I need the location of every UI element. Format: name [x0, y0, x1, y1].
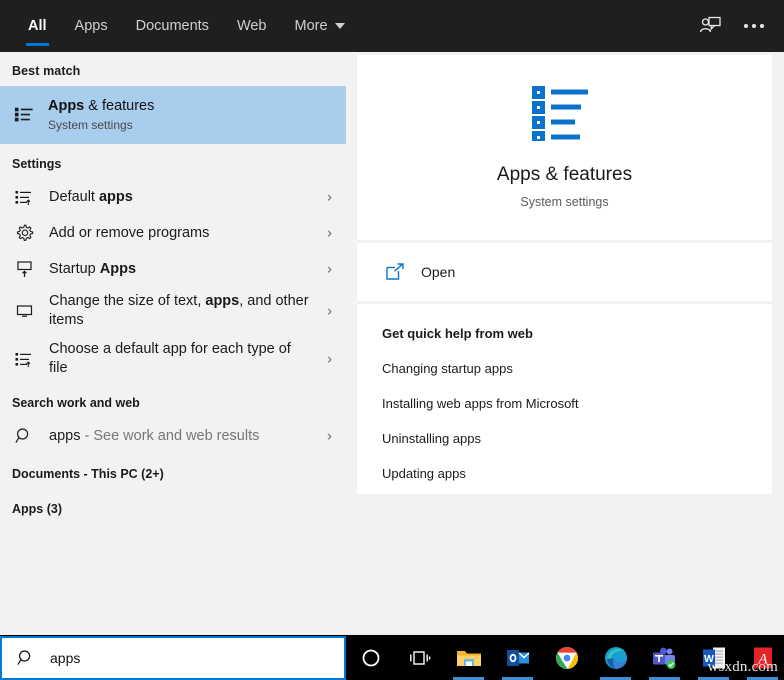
preview-title: Apps & features [357, 163, 772, 187]
open-action-button[interactable]: Open [357, 243, 772, 301]
list-arrow-icon [14, 187, 34, 207]
settings-item-label: Startup Apps [49, 260, 136, 279]
preview-pane: Apps & features System settings Open Get… [357, 55, 772, 635]
chevron-right-icon: › [327, 304, 332, 319]
header-actions [688, 0, 776, 52]
chevron-right-icon: › [327, 352, 332, 367]
tab-all[interactable]: All [14, 0, 61, 52]
best-match-result[interactable]: Apps & features System settings [0, 86, 346, 144]
quick-help-title: Get quick help from web [382, 326, 772, 341]
search-input[interactable]: apps [0, 636, 346, 680]
external-link-icon [385, 262, 405, 282]
settings-item-startup-apps[interactable]: Startup Apps › [0, 251, 346, 287]
tab-more[interactable]: More [281, 0, 359, 52]
quick-help-link[interactable]: Updating apps [382, 466, 772, 481]
chevron-right-icon: › [327, 190, 332, 205]
bulleted-list-icon [532, 85, 598, 141]
settings-item-label: Default apps [49, 188, 133, 207]
quick-help-card: Get quick help from web Changing startup… [357, 304, 772, 494]
settings-item-change-text-size[interactable]: Change the size of text, apps, and other… [0, 287, 346, 335]
tab-apps[interactable]: Apps [61, 0, 122, 52]
chevron-right-icon: › [327, 429, 332, 444]
documents-heading: Documents - This PC (2+) [0, 454, 346, 489]
tab-all-label: All [28, 18, 47, 34]
person-feedback-icon[interactable] [688, 6, 732, 46]
search-icon [14, 426, 34, 446]
settings-item-label: Change the size of text, apps, and other… [49, 292, 311, 330]
tab-apps-label: Apps [75, 18, 108, 34]
best-match-heading: Best match [0, 52, 346, 86]
tab-web[interactable]: Web [223, 0, 281, 52]
tab-web-label: Web [237, 18, 267, 34]
search-input-value: apps [50, 650, 80, 666]
chrome-icon[interactable] [542, 635, 591, 680]
quick-help-link[interactable]: Installing web apps from Microsoft [382, 396, 772, 411]
settings-item-choose-default-app[interactable]: Choose a default app for each type of fi… [0, 335, 346, 383]
task-view-icon[interactable] [395, 635, 444, 680]
settings-item-add-remove-programs[interactable]: Add or remove programs › [0, 215, 346, 251]
monitor-icon [14, 301, 34, 321]
monitor-arrow-icon [14, 259, 34, 279]
quick-help-link[interactable]: Changing startup apps [382, 361, 772, 376]
preview-hero-card: Apps & features System settings [357, 55, 772, 240]
results-pane: Best match Apps & features System settin… [0, 52, 346, 635]
web-search-result[interactable]: apps - See work and web results › [0, 418, 346, 454]
open-action-label: Open [421, 264, 455, 280]
web-search-label: apps - See work and web results [49, 427, 259, 446]
start-search-window: All Apps Documents Web More [0, 0, 784, 680]
chevron-right-icon: › [327, 226, 332, 241]
ellipsis-icon[interactable] [732, 6, 776, 46]
settings-item-label: Add or remove programs [49, 224, 209, 243]
preview-subtitle: System settings [357, 195, 772, 209]
tab-documents-label: Documents [136, 18, 209, 34]
gear-icon [14, 223, 34, 243]
best-match-title: Apps & features [48, 98, 154, 115]
edge-icon[interactable] [591, 635, 640, 680]
bulleted-list-icon [14, 105, 34, 125]
taskbar: apps [0, 635, 784, 680]
search-header: All Apps Documents Web More [0, 0, 784, 52]
chevron-right-icon: › [327, 262, 332, 277]
settings-heading: Settings [0, 144, 346, 179]
web-search-heading: Search work and web [0, 383, 346, 418]
tab-more-label: More [295, 18, 328, 34]
quick-help-link[interactable]: Uninstalling apps [382, 431, 772, 446]
outlook-icon[interactable] [493, 635, 542, 680]
list-arrow-icon [14, 349, 34, 369]
tab-documents[interactable]: Documents [122, 0, 223, 52]
cortana-icon[interactable] [346, 635, 395, 680]
apps-heading: Apps (3) [0, 489, 346, 524]
settings-item-label: Choose a default app for each type of fi… [49, 340, 311, 378]
file-explorer-icon[interactable] [444, 635, 493, 680]
chevron-down-icon [335, 23, 345, 29]
watermark: wsxdn.com [707, 659, 778, 676]
best-match-text: Apps & features System settings [48, 98, 154, 132]
settings-item-default-apps[interactable]: Default apps › [0, 179, 346, 215]
best-match-subtitle: System settings [48, 118, 154, 132]
teams-icon[interactable] [640, 635, 689, 680]
filter-tabs: All Apps Documents Web More [0, 0, 359, 52]
search-icon [16, 648, 36, 668]
